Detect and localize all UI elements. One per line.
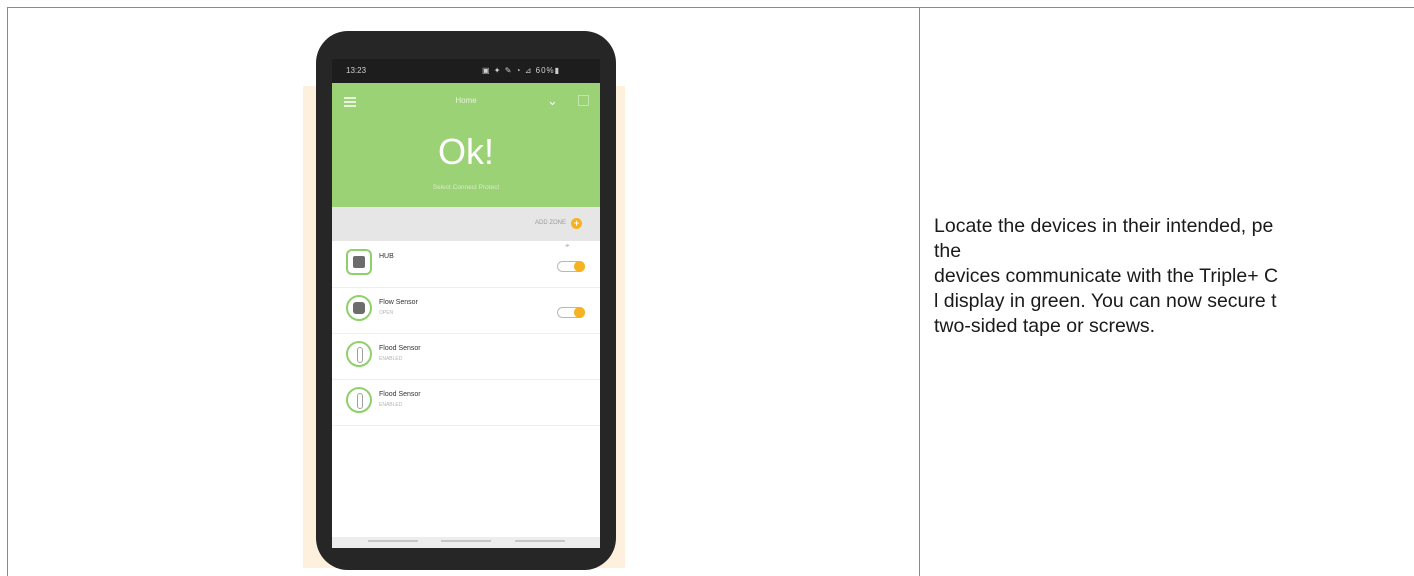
instruction-line: Locate the devices in their intended, pe bbox=[934, 215, 1274, 237]
hub-icon bbox=[346, 249, 372, 275]
device-state: ENABLED bbox=[379, 356, 403, 362]
device-state: OPEN bbox=[379, 310, 394, 316]
device-row[interactable]: Flow Sensor OPEN bbox=[332, 287, 600, 334]
flood-sensor-icon bbox=[346, 387, 372, 413]
status-subtitle: Select Connect Protect bbox=[432, 184, 500, 191]
instruction-line: devices communicate with the Triple+ C bbox=[934, 265, 1279, 287]
device-toggle[interactable] bbox=[557, 307, 585, 318]
device-row[interactable]: ⌖ HUB bbox=[332, 241, 600, 288]
device-name: Flow Sensor bbox=[379, 299, 418, 306]
instruction-line: two-sided tape or screws. bbox=[934, 315, 1156, 337]
status-time: 13:23 bbox=[346, 66, 367, 75]
status-ok-text: Ok! bbox=[437, 131, 494, 172]
location-pin-icon: ⌖ bbox=[565, 241, 570, 250]
phone-status-bar: 13:23 ▣ ✦ ✎ ◔ ⊿ 60%▮ bbox=[332, 59, 600, 83]
instruction-line: the bbox=[934, 240, 962, 262]
flow-sensor-icon bbox=[346, 295, 372, 321]
app-header: Home ⌄ Ok! Select Connect Protect bbox=[332, 83, 600, 207]
instruction-line: l display in green. You can now secure t bbox=[934, 290, 1277, 312]
device-toggle[interactable] bbox=[557, 261, 585, 272]
device-row[interactable]: Flood Sensor ENABLED bbox=[332, 333, 600, 380]
device-name: Flood Sensor bbox=[379, 345, 421, 352]
phone-nav-bar bbox=[332, 537, 600, 548]
settings-square-icon[interactable] bbox=[578, 95, 589, 106]
flood-sensor-icon bbox=[346, 341, 372, 367]
device-name: HUB bbox=[379, 253, 394, 260]
table-cell-divider bbox=[919, 7, 920, 576]
device-name: Flood Sensor bbox=[379, 391, 421, 398]
instruction-text: Locate the devices in their intended, pe… bbox=[934, 214, 1414, 339]
zone-bar: ADD ZONE + bbox=[332, 207, 600, 241]
status-icons: ▣ ✦ ✎ ◔ ⊿ 60%▮ bbox=[482, 66, 561, 75]
header-title: Home bbox=[455, 96, 477, 105]
chevron-down-icon[interactable]: ⌄ bbox=[547, 93, 558, 109]
phone-screen: 13:23 ▣ ✦ ✎ ◔ ⊿ 60%▮ Home ⌄ Ok! Select C… bbox=[332, 59, 600, 548]
device-row[interactable]: Flood Sensor ENABLED bbox=[332, 379, 600, 426]
add-zone-label[interactable]: ADD ZONE bbox=[535, 220, 566, 226]
add-zone-plus-icon[interactable]: + bbox=[571, 218, 582, 229]
device-state: ENABLED bbox=[379, 402, 403, 408]
